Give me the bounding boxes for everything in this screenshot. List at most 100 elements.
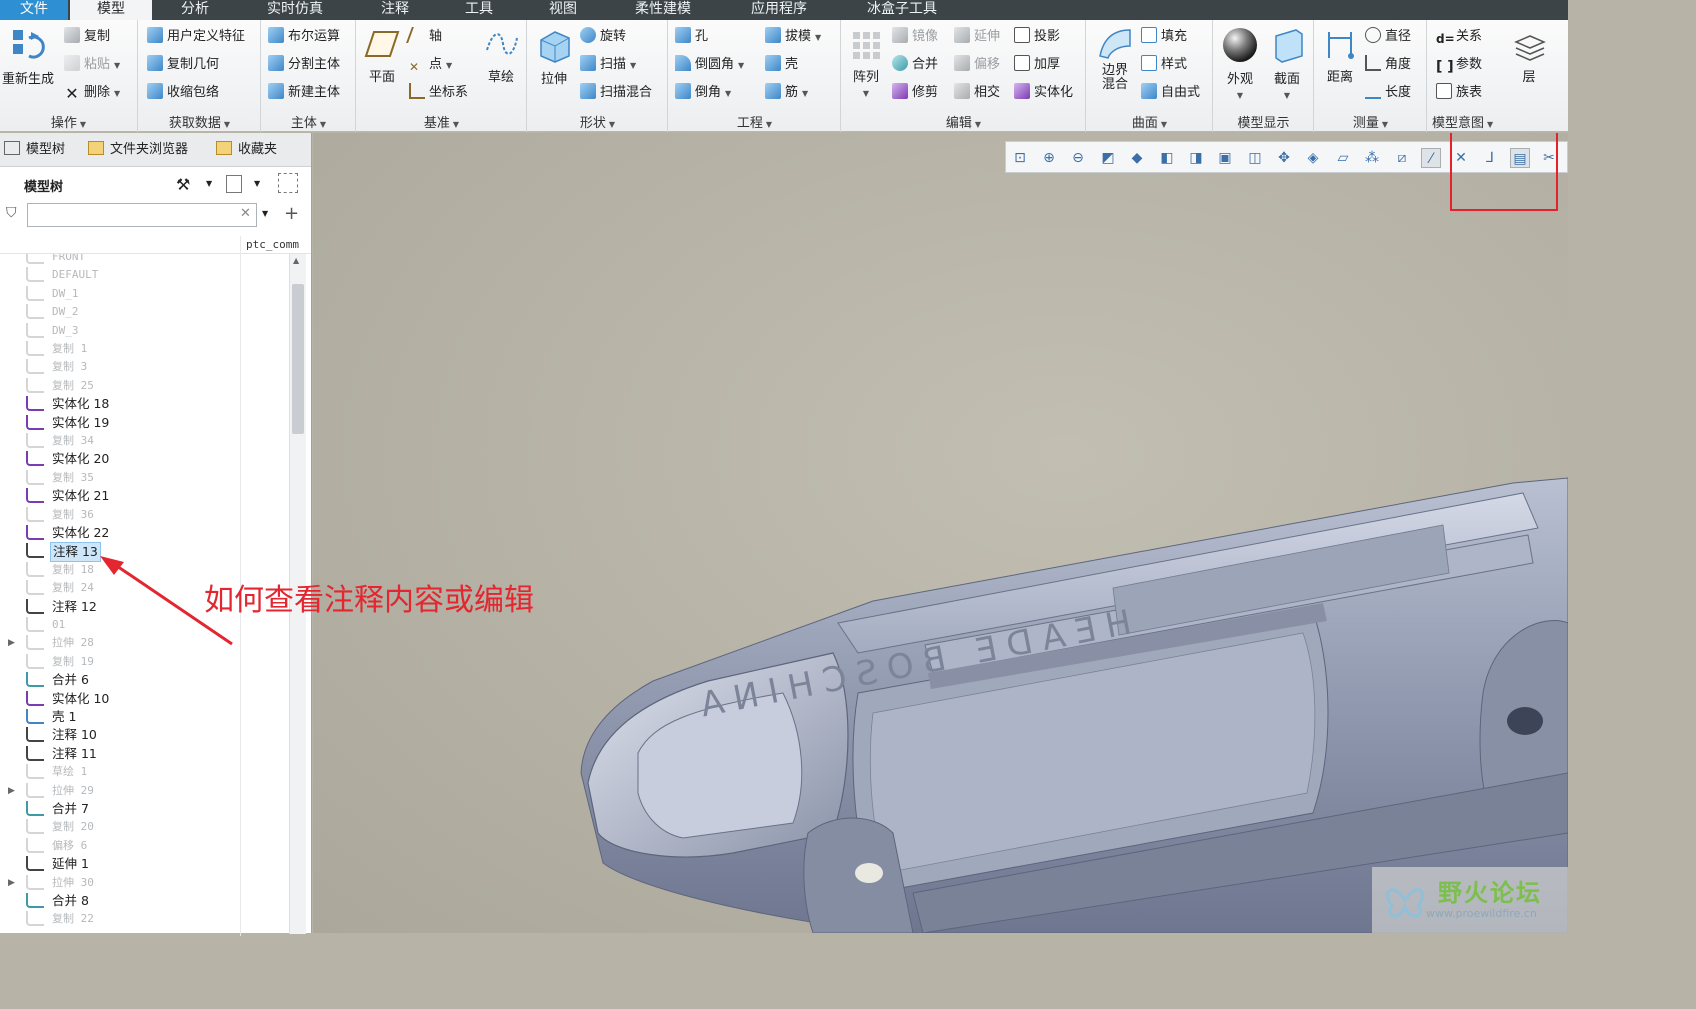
new-body-button[interactable]: 新建主体 xyxy=(268,82,340,104)
group-measure-label[interactable]: 测量 ▼ xyxy=(1315,112,1426,131)
tree-item[interactable]: 实体化 20 xyxy=(0,450,240,468)
tree-item[interactable]: 合并 6 xyxy=(0,671,240,689)
tree-item[interactable]: 实体化 21 xyxy=(0,487,240,505)
family-table-button[interactable]: 族表 xyxy=(1436,82,1482,104)
spin-center-icon[interactable]: ✥ xyxy=(1274,148,1294,168)
tree-item[interactable]: 复制 3 xyxy=(0,358,240,376)
group-body-label[interactable]: 主体 ▼ xyxy=(262,112,355,131)
paste-button[interactable]: 粘贴 ▼ xyxy=(64,54,120,76)
freestyle-button[interactable]: 自由式 xyxy=(1141,82,1200,104)
expand-arrow-icon[interactable]: ▶ xyxy=(8,874,15,892)
shell-button[interactable]: 壳 xyxy=(765,54,798,76)
chevron-down-icon[interactable]: ▼ xyxy=(254,179,260,188)
menu-tab-simulation[interactable]: 实时仿真 xyxy=(250,0,340,20)
tree-item[interactable]: 复制 20 xyxy=(0,818,240,836)
expand-arrow-icon[interactable]: ▶ xyxy=(8,634,15,652)
tree-item[interactable]: ▶ 拉伸 28 xyxy=(0,634,240,652)
tree-item[interactable]: 延伸 1 xyxy=(0,855,240,873)
menu-tab-tools[interactable]: 工具 xyxy=(444,0,514,20)
tree-filter-toggle-icon[interactable] xyxy=(278,173,298,193)
menu-tab-file[interactable]: 文件 xyxy=(0,0,68,20)
style-button[interactable]: 样式 xyxy=(1141,54,1187,76)
menu-tab-apps[interactable]: 应用程序 xyxy=(736,0,822,20)
merge-button[interactable]: 合并 xyxy=(892,54,938,76)
chamfer-button[interactable]: 倒角 ▼ xyxy=(675,82,731,104)
group-engineering-label[interactable]: 工程 ▼ xyxy=(669,112,840,131)
sweep-button[interactable]: 扫描 ▼ xyxy=(580,54,636,76)
chevron-down-icon[interactable]: ▼ xyxy=(206,179,212,188)
split-body-button[interactable]: 分割主体 xyxy=(268,54,340,76)
round-button[interactable]: 倒圆角 ▼ xyxy=(675,54,744,76)
copy-button[interactable]: 复制 xyxy=(64,26,110,48)
relations-button[interactable]: d=关系 xyxy=(1436,26,1482,48)
mirror-button[interactable]: 镜像 xyxy=(892,26,938,48)
extend-button[interactable]: 延伸 xyxy=(954,26,1000,48)
tree-item[interactable]: 合并 8 xyxy=(0,892,240,910)
draft-button[interactable]: 拔模 ▼ xyxy=(765,26,821,48)
group-model-display-label[interactable]: 模型显示 xyxy=(1214,112,1313,131)
group-model-intent-label[interactable]: 模型意图 ▼ xyxy=(1428,112,1568,131)
fill-button[interactable]: 填充 xyxy=(1141,26,1187,48)
section-button[interactable]: 截面 ▼ xyxy=(1264,26,1310,102)
repaint-icon[interactable]: ◩ xyxy=(1098,148,1118,168)
tree-item[interactable]: DEFAULT xyxy=(0,266,240,284)
thicken-button[interactable]: 加厚 xyxy=(1014,54,1060,76)
tree-search-input[interactable] xyxy=(27,203,257,227)
tree-item[interactable]: 复制 35 xyxy=(0,469,240,487)
tree-item[interactable]: 复制 19 xyxy=(0,653,240,671)
annotation-display-icon[interactable]: ⁄ xyxy=(1421,148,1441,168)
group-get-data-label[interactable]: 获取数据 ▼ xyxy=(139,112,260,131)
tree-item[interactable]: 复制 36 xyxy=(0,506,240,524)
parameters-button[interactable]: [ ] 参数 xyxy=(1436,54,1482,76)
menu-tab-analysis[interactable]: 分析 xyxy=(160,0,230,20)
revolve-button[interactable]: 旋转 xyxy=(580,26,626,48)
copy-geom-button[interactable]: 复制几何 xyxy=(147,54,219,76)
length-button[interactable]: 长度 xyxy=(1365,82,1411,104)
perspective-icon[interactable]: ▣ xyxy=(1215,148,1235,168)
diameter-button[interactable]: 直径 xyxy=(1365,26,1411,48)
hole-button[interactable]: 孔 xyxy=(675,26,708,48)
tree-item[interactable]: 壳 1 xyxy=(0,708,240,726)
group-datum-label[interactable]: 基准 ▼ xyxy=(357,112,526,131)
tree-item[interactable]: FRONT xyxy=(0,254,240,266)
datum-points-icon[interactable]: ⁂ xyxy=(1362,148,1382,168)
menu-tab-flexible[interactable]: 柔性建模 xyxy=(620,0,706,20)
appearance-button[interactable]: 外观 ▼ xyxy=(1218,26,1262,102)
delete-button[interactable]: ✕ 删除 ▼ xyxy=(64,82,120,104)
tree-item[interactable]: 注释 10 xyxy=(0,726,240,744)
view-manager-icon[interactable]: ◨ xyxy=(1186,148,1206,168)
boolean-button[interactable]: 布尔运算 xyxy=(268,26,340,48)
zoom-in-icon[interactable]: ⊕ xyxy=(1039,148,1059,168)
tree-item[interactable]: DW_1 xyxy=(0,285,240,303)
tree-item[interactable]: 实体化 18 xyxy=(0,395,240,413)
plane-button[interactable]: 平面 xyxy=(359,28,405,85)
tree-item[interactable]: 注释 13 xyxy=(0,542,240,563)
tab-favorites[interactable]: 收藏夹 xyxy=(216,133,277,167)
saved-orientations-icon[interactable]: ◧ xyxy=(1157,148,1177,168)
tree-item[interactable]: 实体化 10 xyxy=(0,690,240,708)
project-button[interactable]: 投影 xyxy=(1014,26,1060,48)
tree-item[interactable]: DW_2 xyxy=(0,303,240,321)
distance-button[interactable]: 距离 xyxy=(1317,28,1363,85)
clear-icon[interactable]: ✕ xyxy=(240,206,251,221)
tree-item[interactable]: 复制 1 xyxy=(0,340,240,358)
group-operations-label[interactable]: 操作 ▼ xyxy=(0,112,137,131)
tree-item[interactable]: ▶ 拉伸 30 xyxy=(0,874,240,892)
tree-item[interactable]: 实体化 22 xyxy=(0,524,240,542)
tab-folder-browser[interactable]: 文件夹浏览器 xyxy=(88,133,188,167)
tree-item[interactable]: 复制 22 xyxy=(0,910,240,928)
shrinkwrap-button[interactable]: 收缩包络 xyxy=(147,82,219,104)
group-surfaces-label[interactable]: 曲面 ▼ xyxy=(1087,112,1212,131)
tree-item[interactable]: 实体化 19 xyxy=(0,414,240,432)
tree-item[interactable]: 复制 34 xyxy=(0,432,240,450)
angle-button[interactable]: 角度 xyxy=(1365,54,1411,76)
tree-item[interactable]: 注释 11 xyxy=(0,745,240,763)
intersect-button[interactable]: 相交 xyxy=(954,82,1000,104)
pattern-button[interactable]: 阵列 ▼ xyxy=(844,28,888,100)
point-button[interactable]: ✕ 点 ▼ xyxy=(409,54,452,76)
tree-item[interactable]: DW_3 xyxy=(0,322,240,340)
tree-item[interactable]: 草绘 1 xyxy=(0,763,240,781)
solidify-button[interactable]: 实体化 xyxy=(1014,82,1073,104)
regenerate-button[interactable]: 重新生成 xyxy=(0,26,56,87)
trim-button[interactable]: 修剪 xyxy=(892,82,938,104)
